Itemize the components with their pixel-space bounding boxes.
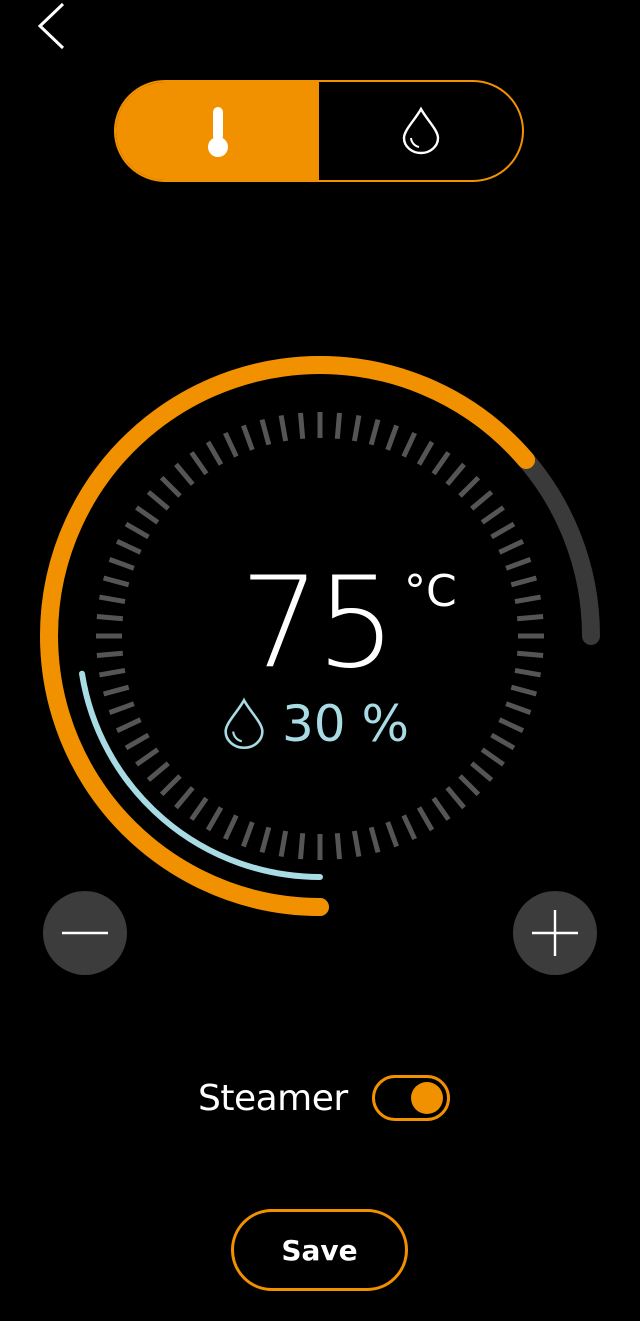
dial-tick [223,431,239,458]
dial-tick [241,821,255,848]
dial-tick [259,826,272,854]
dial-tick [351,414,362,442]
dial-tick [174,786,195,810]
dial-tick [416,806,435,832]
minus-icon [62,931,108,935]
dial-tick [445,786,466,810]
dial-tick [401,431,417,458]
dial-tick [278,414,289,442]
dial-tick [368,418,381,446]
toggle-knob [410,1082,443,1114]
dial-tick [470,490,494,511]
dial-tick [205,440,224,466]
dial-tick [278,830,289,858]
humidity-readout: 30 % [220,694,409,754]
dial-tick [124,521,150,540]
dial-tick [159,475,182,498]
dial-tick [480,505,505,525]
tab-temperature[interactable] [116,82,319,180]
mode-switch [114,80,524,182]
dial-tick [334,832,342,860]
dial-tick [490,521,516,540]
dial-tick [223,814,239,841]
tab-humidity[interactable] [319,82,522,180]
steamer-label: Steamer [198,1077,348,1119]
temperature-value: 75 [240,549,396,696]
dial-tick [385,424,399,451]
water-drop-icon [402,106,439,155]
dial-tick [385,821,399,848]
steamer-setting: Steamer [198,1070,450,1126]
chevron-left-icon [37,2,65,50]
increase-button[interactable] [513,891,597,975]
dial-tick [458,475,481,498]
dial-tick [135,505,160,525]
dial-tick [351,830,362,858]
decrease-button[interactable] [43,891,127,975]
save-button[interactable]: Save [231,1209,408,1291]
dial-tick [445,462,466,486]
dial-tick [298,832,306,860]
thermometer-icon [207,107,228,157]
dial-tick [401,814,417,841]
dial-tick [298,412,306,440]
dial-tick [205,806,224,832]
temperature-unit: °C [404,566,457,617]
dial-tick [241,424,255,451]
water-drop-icon [224,697,264,749]
dial-tick [458,774,481,797]
dial-tick [416,440,435,466]
dial-tick [431,796,451,821]
dial-tick [189,796,209,821]
dial-readout: 75 °C 30 % [0,548,640,768]
dial-tick [431,451,451,476]
back-button[interactable] [30,0,80,56]
dial-tick [146,490,170,511]
dial-tick [159,774,182,797]
humidity-value: 30 % [282,695,410,753]
dial-tick [189,451,209,476]
dial-tick [368,826,381,854]
plus-icon [532,910,578,956]
dial-tick [174,462,195,486]
steamer-toggle[interactable] [371,1075,450,1121]
dial-tick [334,412,342,440]
dial-tick [259,418,272,446]
